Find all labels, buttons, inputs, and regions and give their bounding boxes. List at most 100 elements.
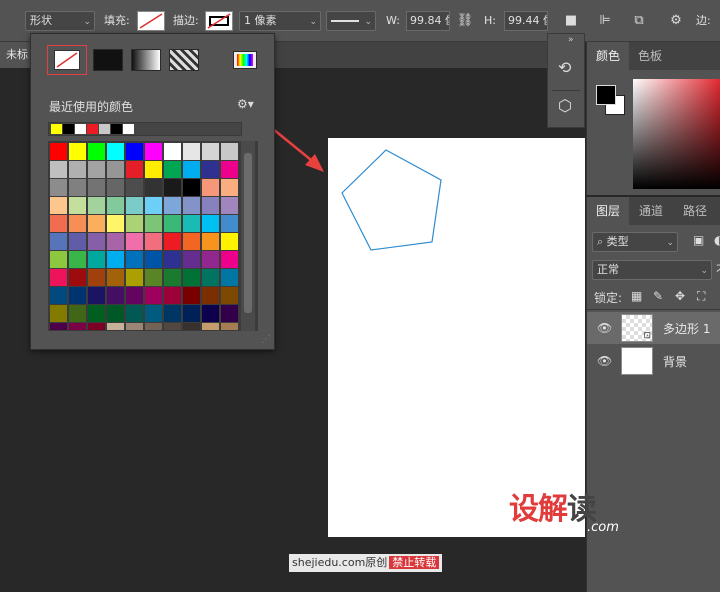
stroke-swatch-button[interactable]: [205, 11, 233, 31]
color-swatch[interactable]: [88, 143, 105, 160]
color-swatch[interactable]: [183, 143, 200, 160]
color-swatch[interactable]: [145, 143, 162, 160]
color-swatch[interactable]: [126, 215, 143, 232]
width-input[interactable]: 99.84 像: [406, 11, 450, 31]
color-swatch[interactable]: [107, 323, 124, 330]
color-swatch[interactable]: [164, 269, 181, 286]
color-swatch[interactable]: [145, 215, 162, 232]
color-swatch[interactable]: [126, 305, 143, 322]
color-swatch[interactable]: [202, 161, 219, 178]
color-swatch[interactable]: [50, 305, 67, 322]
tab-swatches[interactable]: 色板: [629, 42, 671, 70]
color-swatch[interactable]: [50, 287, 67, 304]
color-swatch[interactable]: [88, 323, 105, 330]
color-swatch[interactable]: [50, 269, 67, 286]
color-swatch[interactable]: [69, 323, 86, 330]
settings-gear-icon[interactable]: ⚙▾: [237, 97, 254, 111]
color-swatch[interactable]: [221, 287, 238, 304]
color-swatch[interactable]: [88, 269, 105, 286]
expand-panels-icon[interactable]: »: [568, 35, 574, 45]
color-swatch[interactable]: [88, 305, 105, 322]
color-swatch[interactable]: [164, 287, 181, 304]
color-swatch[interactable]: [164, 197, 181, 214]
color-swatch[interactable]: [145, 233, 162, 250]
visibility-eye-icon[interactable]: 👁: [597, 354, 612, 368]
color-swatch[interactable]: [126, 287, 143, 304]
color-swatch[interactable]: [164, 323, 181, 330]
pattern-button[interactable]: [169, 49, 199, 71]
color-swatch[interactable]: [50, 197, 67, 214]
color-swatch[interactable]: [50, 161, 67, 178]
swatch-scrollbar[interactable]: [241, 141, 255, 331]
color-swatch[interactable]: [69, 179, 86, 196]
gear-icon[interactable]: ⚙: [666, 11, 686, 31]
color-swatch[interactable]: [202, 269, 219, 286]
color-swatch[interactable]: [107, 269, 124, 286]
layer-row-polygon[interactable]: 👁 ⊡ 多边形 1: [587, 312, 720, 344]
color-swatch[interactable]: [145, 323, 162, 330]
lock-move-icon[interactable]: ✥: [675, 289, 685, 303]
color-swatch[interactable]: [221, 161, 238, 178]
tool-mode-dropdown[interactable]: 形状 ⌄: [25, 11, 95, 31]
color-swatch[interactable]: [145, 287, 162, 304]
recent-color-swatch[interactable]: [63, 124, 74, 134]
blend-mode-dropdown[interactable]: 正常 ⌄: [592, 260, 712, 280]
color-swatch[interactable]: [50, 323, 67, 330]
no-fill-button[interactable]: [47, 45, 87, 75]
recent-color-swatch[interactable]: [123, 124, 134, 134]
color-swatch[interactable]: [183, 215, 200, 232]
color-swatch[interactable]: [107, 287, 124, 304]
color-swatch[interactable]: [145, 197, 162, 214]
color-swatch[interactable]: [145, 161, 162, 178]
color-swatch[interactable]: [202, 197, 219, 214]
color-swatch[interactable]: [183, 233, 200, 250]
color-swatch[interactable]: [126, 197, 143, 214]
color-swatch[interactable]: [126, 323, 143, 330]
tab-layers[interactable]: 图层: [587, 197, 629, 225]
color-swatch[interactable]: [202, 323, 219, 330]
recent-color-swatch[interactable]: [99, 124, 110, 134]
layer-filter-dropdown[interactable]: ⌕ 类型 ⌄: [592, 232, 678, 252]
layer-row-background[interactable]: 👁 背景: [587, 345, 720, 377]
color-swatch[interactable]: [88, 197, 105, 214]
polygon-shape[interactable]: [328, 138, 585, 537]
color-swatch[interactable]: [183, 305, 200, 322]
history-icon[interactable]: ⟲: [558, 58, 571, 77]
color-swatch[interactable]: [164, 215, 181, 232]
link-icon[interactable]: ⛓: [455, 11, 475, 31]
color-swatch[interactable]: [202, 215, 219, 232]
color-swatch[interactable]: [107, 197, 124, 214]
path-operations-icon[interactable]: ■: [562, 11, 580, 31]
resize-grip-icon[interactable]: ⋰: [261, 334, 271, 345]
color-swatch[interactable]: [183, 251, 200, 268]
color-swatch[interactable]: [107, 233, 124, 250]
recent-color-swatch[interactable]: [87, 124, 98, 134]
color-swatch[interactable]: [164, 179, 181, 196]
color-swatch[interactable]: [183, 179, 200, 196]
color-swatch[interactable]: [221, 305, 238, 322]
fill-swatch-button[interactable]: [137, 11, 165, 31]
stroke-width-dropdown[interactable]: 1 像素 ⌄: [239, 11, 321, 31]
color-swatch[interactable]: [107, 215, 124, 232]
color-swatch[interactable]: [183, 269, 200, 286]
lock-paint-icon[interactable]: ✎: [653, 289, 663, 303]
foreground-color-swatch[interactable]: [596, 85, 616, 105]
color-swatch[interactable]: [202, 287, 219, 304]
color-swatch[interactable]: [145, 269, 162, 286]
color-swatch[interactable]: [221, 143, 238, 160]
color-swatch[interactable]: [202, 305, 219, 322]
color-swatch[interactable]: [126, 161, 143, 178]
color-swatch[interactable]: [221, 323, 238, 330]
recent-color-swatch[interactable]: [75, 124, 86, 134]
solid-color-button[interactable]: [93, 49, 123, 71]
height-input[interactable]: 99.44 像: [504, 11, 548, 31]
color-swatch[interactable]: [183, 197, 200, 214]
color-swatch[interactable]: [107, 179, 124, 196]
color-swatch[interactable]: [164, 305, 181, 322]
color-picker-button[interactable]: [233, 51, 257, 69]
path-alignment-icon[interactable]: ⊫: [596, 11, 614, 31]
color-swatch[interactable]: [183, 161, 200, 178]
gradient-button[interactable]: [131, 49, 161, 71]
adjustment-filter-icon[interactable]: ◐: [714, 233, 720, 247]
tab-paths[interactable]: 路径: [673, 197, 717, 225]
